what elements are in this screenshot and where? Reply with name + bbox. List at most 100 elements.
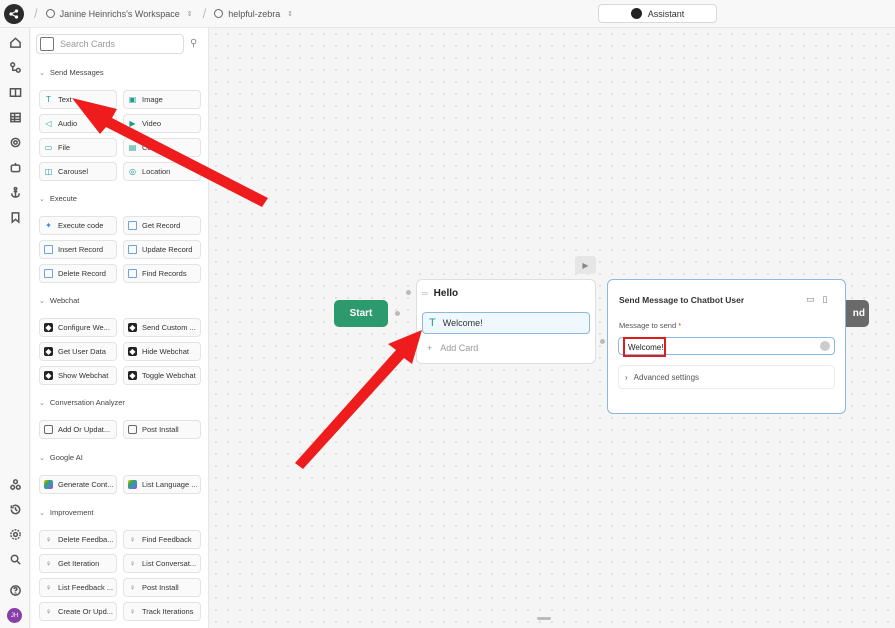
bulb-icon: ♀ [45,558,52,568]
bulb-icon: ♀ [129,582,136,592]
anchor-icon[interactable] [7,184,23,200]
card-item[interactable]: ♀ Create Or Upd... [39,602,117,621]
card-item[interactable]: T Text [39,90,117,109]
home-icon[interactable] [7,34,23,50]
chevron-down-icon: ⌄ [39,297,45,305]
card-item[interactable]: ♀ Find Feedback [123,530,201,549]
card-item[interactable]: ✦ Execute code [39,216,117,235]
workspace-name: Janine Heinrichs's Workspace [59,8,180,19]
card-item[interactable]: ▣ Image [123,90,201,109]
card-item[interactable]: ♀ Delete Feedba... [39,530,117,549]
chevron-right-icon: › [625,372,628,382]
play-button[interactable]: ▶ [575,256,596,274]
card-item[interactable]: Insert Record [39,240,117,259]
card-item[interactable]: ▶ Video [123,114,201,133]
message-to-send-input[interactable]: Welcome! [618,337,835,357]
hello-output-port[interactable] [600,339,605,344]
hello-node-title: Hello [433,288,459,299]
video-icon[interactable]: ▭ [806,294,815,305]
drag-handle-icon[interactable]: ═ [422,289,428,298]
bot-icon[interactable] [7,159,23,175]
avatar[interactable]: JH [7,608,22,623]
add-card-button[interactable]: + Add Card [427,343,478,353]
card-item[interactable]: ◆ Get User Data [39,342,117,361]
card-item[interactable]: Update Record [123,240,201,259]
breadcrumb-bot[interactable]: helpful-zebra ⇕ [214,9,293,19]
section-header[interactable]: ⌄ Google AI [39,453,83,462]
card-item[interactable]: ◆ Configure We... [39,318,117,337]
card-item[interactable]: ♀ List Feedback ... [39,578,117,597]
card-item[interactable]: ♀ Post Install [123,578,201,597]
breadcrumb-separator: / [34,6,38,21]
bookmark-icon[interactable] [7,209,23,225]
card-item[interactable]: ◆ Hide Webchat [123,342,201,361]
card-panel: Search Cards ⚲ ⌄ Send Messages T Text ▣ Image… [31,28,209,628]
card-label: Video [142,119,162,128]
card-label: Text [58,95,72,104]
variable-icon[interactable] [820,341,830,351]
card-label: Delete Feedba... [58,535,114,544]
bot-icon [214,9,224,18]
section-title: Google AI [49,453,83,462]
search-cards-input[interactable]: Search Cards [36,34,184,54]
book-icon[interactable] [7,84,23,100]
hello-input-port[interactable] [406,290,411,295]
card-item[interactable]: Generate Cont... [39,475,117,494]
panel-title: Send Message to Chatbot User [619,295,745,305]
section-header[interactable]: ⌄ Improvement [39,508,94,517]
card-item[interactable]: Post Install [123,420,201,439]
card-item[interactable]: ▤ Card [123,138,201,157]
card-item[interactable]: ◆ Toggle Webchat [123,366,201,385]
card-item[interactable]: ♀ Get Iteration [39,554,117,573]
section-header[interactable]: ⌄ Conversation Analyzer [39,398,125,407]
card-label: Send Custom ... [142,323,196,332]
card-label: Configure We... [58,323,110,332]
card-item[interactable]: Delete Record [39,264,117,283]
section-header[interactable]: ⌄ Webchat [39,296,79,305]
document-icon[interactable]: ▯ [823,294,828,305]
card-item[interactable]: ◁ Audio [39,114,117,133]
section-header[interactable]: ⌄ Send Messages [39,68,104,77]
card-label: List Language ... [142,480,198,489]
card-item[interactable]: ◎ Location [123,162,201,181]
hello-node[interactable]: ═ Hello T Welcome! + Add Card [416,279,596,364]
text-card[interactable]: T Welcome! [422,312,590,334]
history-icon[interactable] [7,501,23,517]
help-icon[interactable] [7,582,23,598]
section-header[interactable]: ⌄ Execute [39,194,77,203]
card-item[interactable]: Find Records [123,264,201,283]
app-logo[interactable] [4,3,24,24]
table-icon[interactable] [7,109,23,125]
start-port[interactable] [395,311,400,316]
card-item[interactable]: ▭ File [39,138,117,157]
card-item[interactable]: ♀ Track Iterations [123,602,201,621]
hub-icon[interactable] [7,476,23,492]
card-item[interactable]: ♀ List Conversat... [123,554,201,573]
bulb-icon: ♀ [45,582,52,592]
node-title: ═ Hello [422,288,458,299]
card-item[interactable]: ◆ Send Custom ... [123,318,201,337]
card-item[interactable]: ◆ Show Webchat [39,366,117,385]
bulb-icon: ♀ [129,534,136,544]
text-icon: T [46,94,51,104]
flow-icon[interactable] [7,59,23,75]
start-node[interactable]: Start [334,300,388,327]
webchat-icon: ◆ [44,370,53,380]
plus-icon: + [427,343,433,353]
card-label: Hide Webchat [142,347,189,356]
message-value-highlight: Welcome! [623,337,666,357]
card-item[interactable]: List Language ... [123,475,201,494]
settings-icon[interactable] [7,526,23,542]
search-icon[interactable] [7,551,23,567]
assistant-button[interactable]: Assistant [598,4,717,23]
breadcrumb-workspace[interactable]: Janine Heinrichs's Workspace ⇕ [45,8,193,19]
card-item[interactable]: ◫ Carousel [39,162,117,181]
integrations-icon[interactable] [7,134,23,150]
pin-icon[interactable]: ⚲ [190,38,197,49]
card-item[interactable]: Get Record [123,216,201,235]
card-item[interactable]: Add Or Updat... [39,420,117,439]
advanced-settings-toggle[interactable]: › Advanced settings [618,365,835,389]
resize-handle[interactable] [537,617,551,620]
card-label: Post Install [142,425,179,434]
card-label: Post Install [142,583,179,592]
